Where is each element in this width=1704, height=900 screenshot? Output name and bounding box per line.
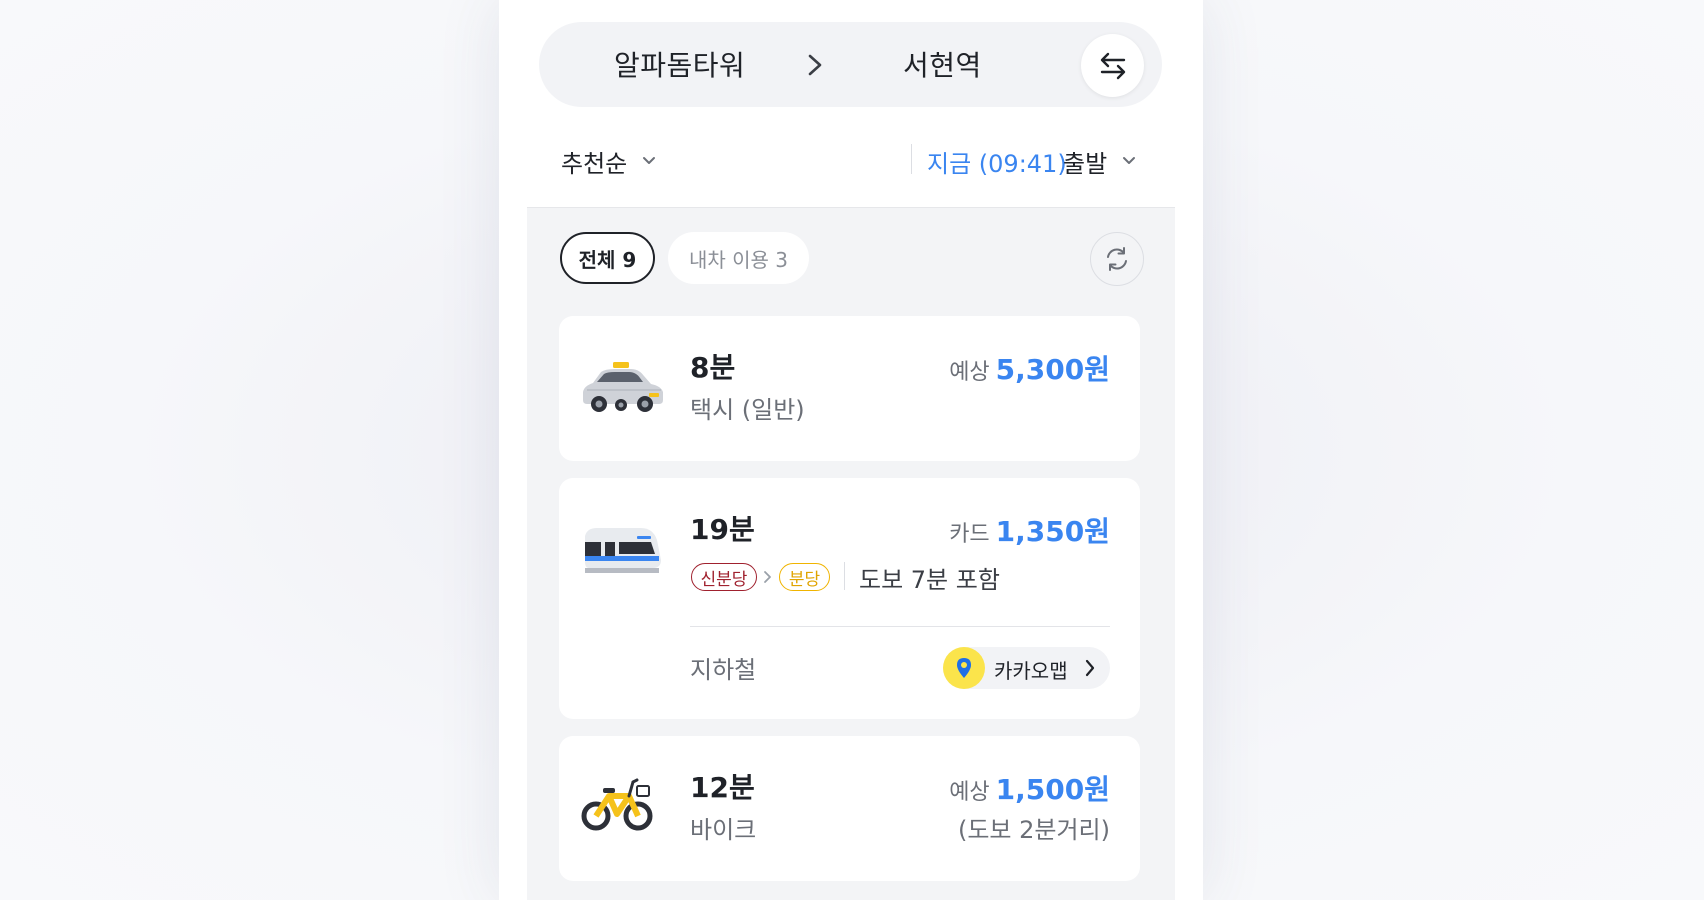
price-value: 5,300원 [995, 353, 1110, 386]
sort-dropdown[interactable]: 추천순 [561, 144, 627, 179]
divider [911, 144, 912, 174]
swap-icon [1100, 52, 1125, 79]
chevron-right-icon [1085, 659, 1095, 677]
route-list: 전체 9 내차 이용 3 8분 택시 (일반) 예상 5,300원 19분 카드… [527, 207, 1175, 900]
price-value: 1,500원 [995, 773, 1110, 806]
route-category: 지하철 [690, 656, 757, 684]
divider [690, 626, 1110, 627]
price-label: 예상 [949, 360, 990, 385]
departure-time[interactable]: 지금 (09:41) [927, 144, 1067, 179]
price-value: 1,350원 [995, 515, 1110, 548]
price-label: 예상 [949, 780, 990, 805]
route-price: 예상 5,300원 [949, 348, 1110, 388]
route-card-subway[interactable]: 19분 카드 1,350원 신분당 분당 도보 7분 포함 지하철 카카오맵 [559, 478, 1140, 719]
sort-row: 추천순 지금 (09:41) 출발 [499, 130, 1203, 190]
bike-icon [581, 778, 653, 831]
route-bar[interactable]: 알파돔타워 서현역 [539, 22, 1162, 107]
line-badge-sinbundang: 신분당 [691, 563, 757, 591]
route-note: (도보 2분거리) [957, 816, 1110, 844]
swap-button[interactable] [1081, 34, 1144, 97]
departure-label[interactable]: 출발 [1063, 144, 1107, 179]
route-duration: 12분 [690, 771, 755, 804]
subway-icon [585, 528, 661, 573]
chevron-right-icon [764, 571, 771, 583]
chevron-right-icon [808, 54, 822, 76]
filter-chip-cars[interactable]: 내차 이용 3 [668, 232, 809, 284]
taxi-icon [583, 362, 663, 412]
map-pin-icon [943, 647, 985, 689]
line-badge-bundang: 분당 [779, 563, 830, 591]
route-destination[interactable]: 서현역 [903, 44, 982, 84]
divider [844, 562, 845, 590]
chevron-down-icon [1123, 157, 1135, 164]
kakaomap-button[interactable]: 카카오맵 [943, 647, 1110, 689]
route-origin[interactable]: 알파돔타워 [614, 44, 745, 84]
route-price: 예상 1,500원 [949, 768, 1110, 808]
price-label: 카드 [949, 522, 990, 547]
app-screen: 알파돔타워 서현역 추천순 지금 (09:41) 출발 전체 9 내차 이용 3 [499, 0, 1203, 900]
kakaomap-label: 카카오맵 [994, 659, 1068, 683]
route-card-bike[interactable]: 12분 바이크 예상 1,500원 (도보 2분거리) [559, 736, 1140, 881]
walk-info: 도보 7분 포함 [859, 566, 1000, 594]
route-duration: 8분 [690, 351, 736, 384]
route-subtitle: 택시 (일반) [690, 396, 805, 424]
chevron-down-icon [643, 157, 655, 164]
refresh-button[interactable] [1090, 232, 1144, 286]
route-duration: 19분 [690, 513, 755, 546]
filter-chip-all[interactable]: 전체 9 [560, 232, 655, 284]
route-price: 카드 1,350원 [949, 510, 1110, 550]
route-card-taxi[interactable]: 8분 택시 (일반) 예상 5,300원 [559, 316, 1140, 461]
route-subtitle: 바이크 [690, 816, 757, 844]
refresh-icon [1107, 247, 1127, 271]
